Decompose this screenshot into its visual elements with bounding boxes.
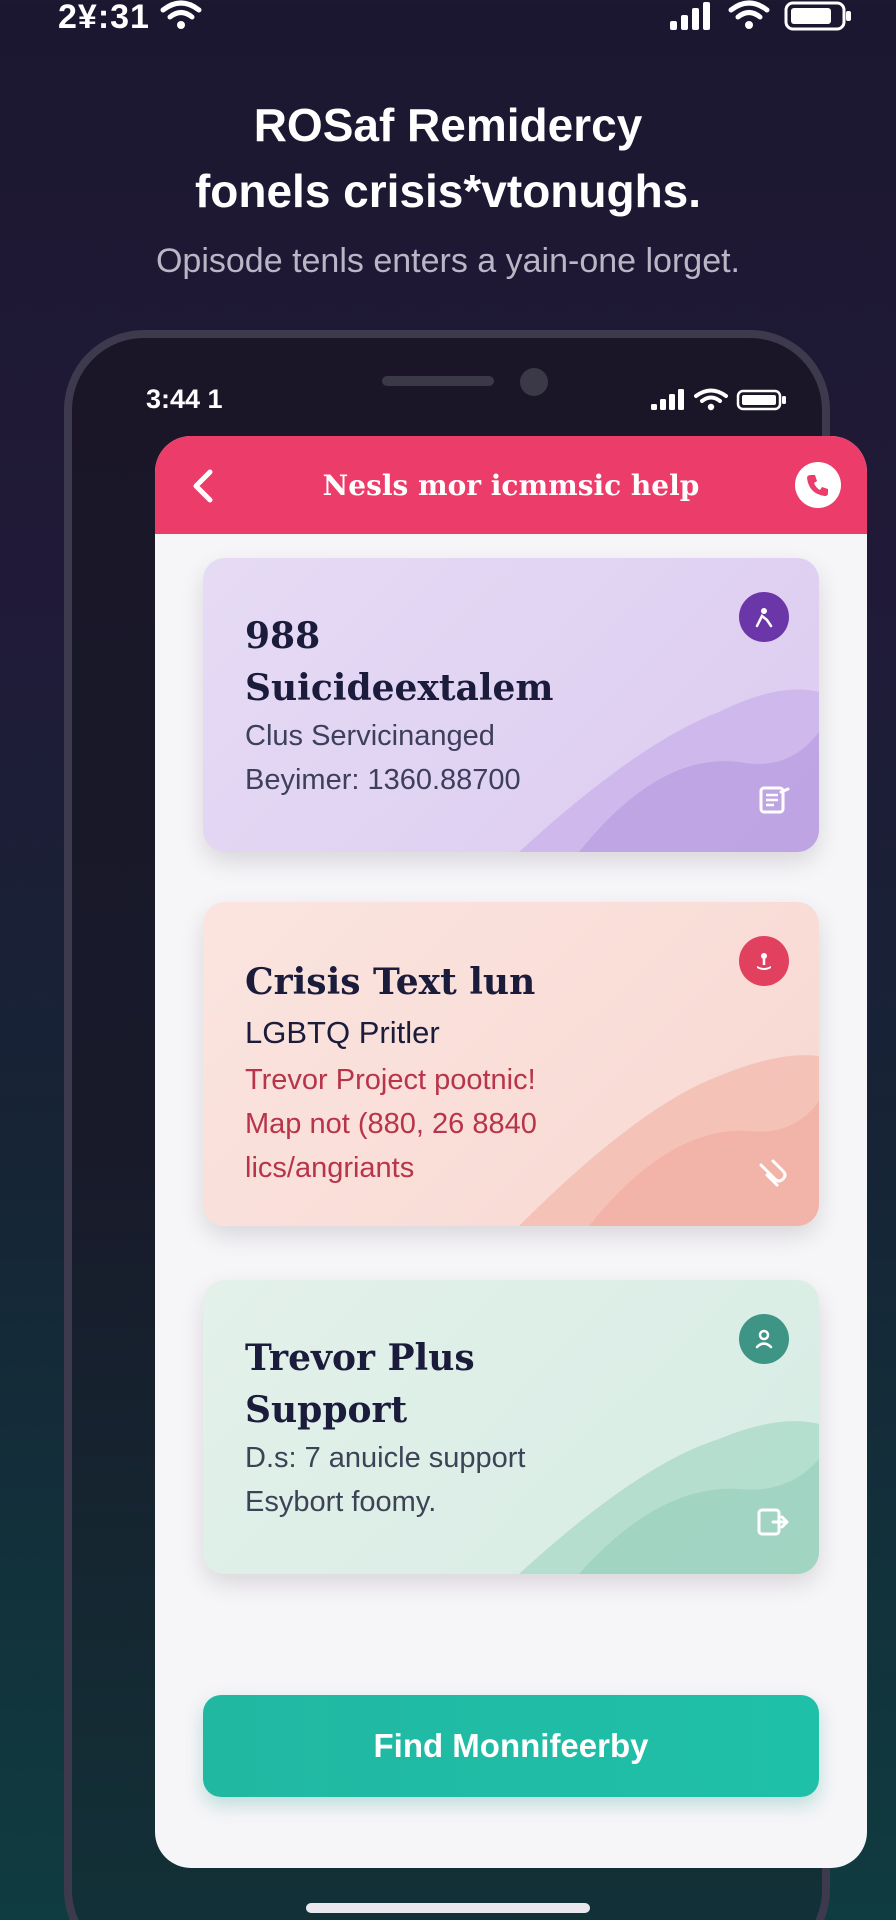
headline: ROSaf Remidercy fonels crisis*vtonughs. (0, 92, 896, 224)
find-button-label: Find Monnifeerby (373, 1727, 649, 1764)
helpline-card-trevor[interactable]: Trevor Plus Support D.s: 7 anuicle suppo… (203, 1280, 819, 1574)
outer-clock: 2¥:31 (58, 0, 150, 36)
phone-icon (807, 475, 828, 496)
user-icon (739, 1314, 789, 1364)
signal-icon (650, 389, 686, 416)
card-title: Support (245, 1389, 408, 1431)
headline-line-2: fonels crisis*vtonughs. (194, 165, 702, 217)
card-title: Crisis Text lun (245, 961, 536, 1003)
exit-icon (755, 1505, 791, 1544)
card-service-line: Trevor Project pootnic! (245, 1064, 536, 1096)
app-screen: Nesls mor icmmsic help 988 Suicideextale… (155, 436, 867, 1868)
card-title: Suicideextalem (245, 667, 554, 709)
card-title: Trevor Plus (245, 1337, 475, 1379)
card-number-line: Map not (880, 26 8840 (245, 1108, 537, 1140)
card-extra-line: Esybort foomy. (245, 1486, 437, 1518)
helpline-card-988[interactable]: 988 Suicideextalem Clus Servicinanged Be… (203, 558, 819, 852)
wifi-icon (694, 388, 728, 417)
app-header: Nesls mor icmmsic help (155, 436, 867, 534)
wifi-icon (728, 0, 770, 37)
home-indicator[interactable] (306, 1903, 590, 1913)
link-icon (753, 1153, 791, 1196)
headline-line-1: ROSaf Remidercy (253, 99, 643, 151)
signal-icon (668, 1, 714, 36)
wifi-icon (160, 0, 202, 37)
back-button[interactable] (181, 464, 225, 508)
battery-icon (784, 0, 854, 37)
front-camera (520, 368, 548, 396)
call-button[interactable] (795, 462, 841, 508)
outer-status-bar: 2¥:31 (0, 0, 896, 40)
card-extra-line: lics/angriants (245, 1152, 415, 1184)
card-content: Crisis Text lun LGBTQ Pritler Trevor Pro… (245, 956, 537, 1190)
card-content: Trevor Plus Support D.s: 7 anuicle suppo… (245, 1332, 525, 1524)
phone-mockup: 3:44 1 Nesls mor icmmsic help 988 Suicid… (64, 330, 867, 1920)
card-subtitle: LGBTQ Pritler (245, 1015, 440, 1050)
subheadline: Opisode tenls enters a yain-one lorget. (155, 242, 740, 280)
card-service-line: Clus Servicinanged (245, 720, 495, 752)
card-service-line: D.s: 7 anuicle support (245, 1442, 526, 1474)
speaker-grille (382, 376, 494, 386)
chevron-left-icon (193, 469, 213, 503)
card-content: 988 Suicideextalem Clus Servicinanged Be… (245, 610, 554, 802)
helpline-card-crisis-text[interactable]: Crisis Text lun LGBTQ Pritler Trevor Pro… (203, 902, 819, 1226)
note-icon (757, 783, 791, 822)
person-icon (739, 592, 789, 642)
card-title: 988 (245, 615, 321, 657)
find-button[interactable]: Find Monnifeerby (203, 1695, 819, 1797)
hand-icon (739, 936, 789, 986)
inner-status-icons (650, 388, 788, 417)
battery-icon (736, 388, 788, 417)
card-wave-decoration (519, 689, 819, 852)
card-wave-decoration (519, 1421, 819, 1574)
header-title: Nesls mor icmmsic help (322, 468, 700, 502)
card-number-line: Beyimer: 1360.88700 (245, 764, 521, 796)
inner-clock: 3:44 1 (146, 384, 223, 414)
